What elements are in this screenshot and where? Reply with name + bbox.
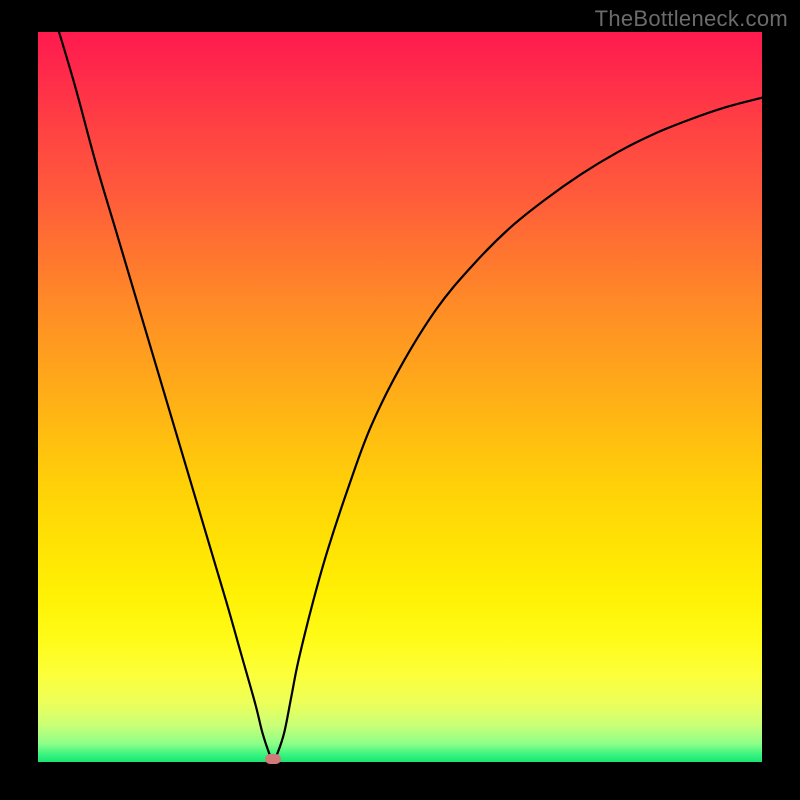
bottleneck-curve <box>38 32 762 762</box>
chart-frame: TheBottleneck.com <box>0 0 800 800</box>
plot-area <box>38 32 762 762</box>
minimum-marker <box>265 754 281 764</box>
watermark-text: TheBottleneck.com <box>595 6 788 32</box>
